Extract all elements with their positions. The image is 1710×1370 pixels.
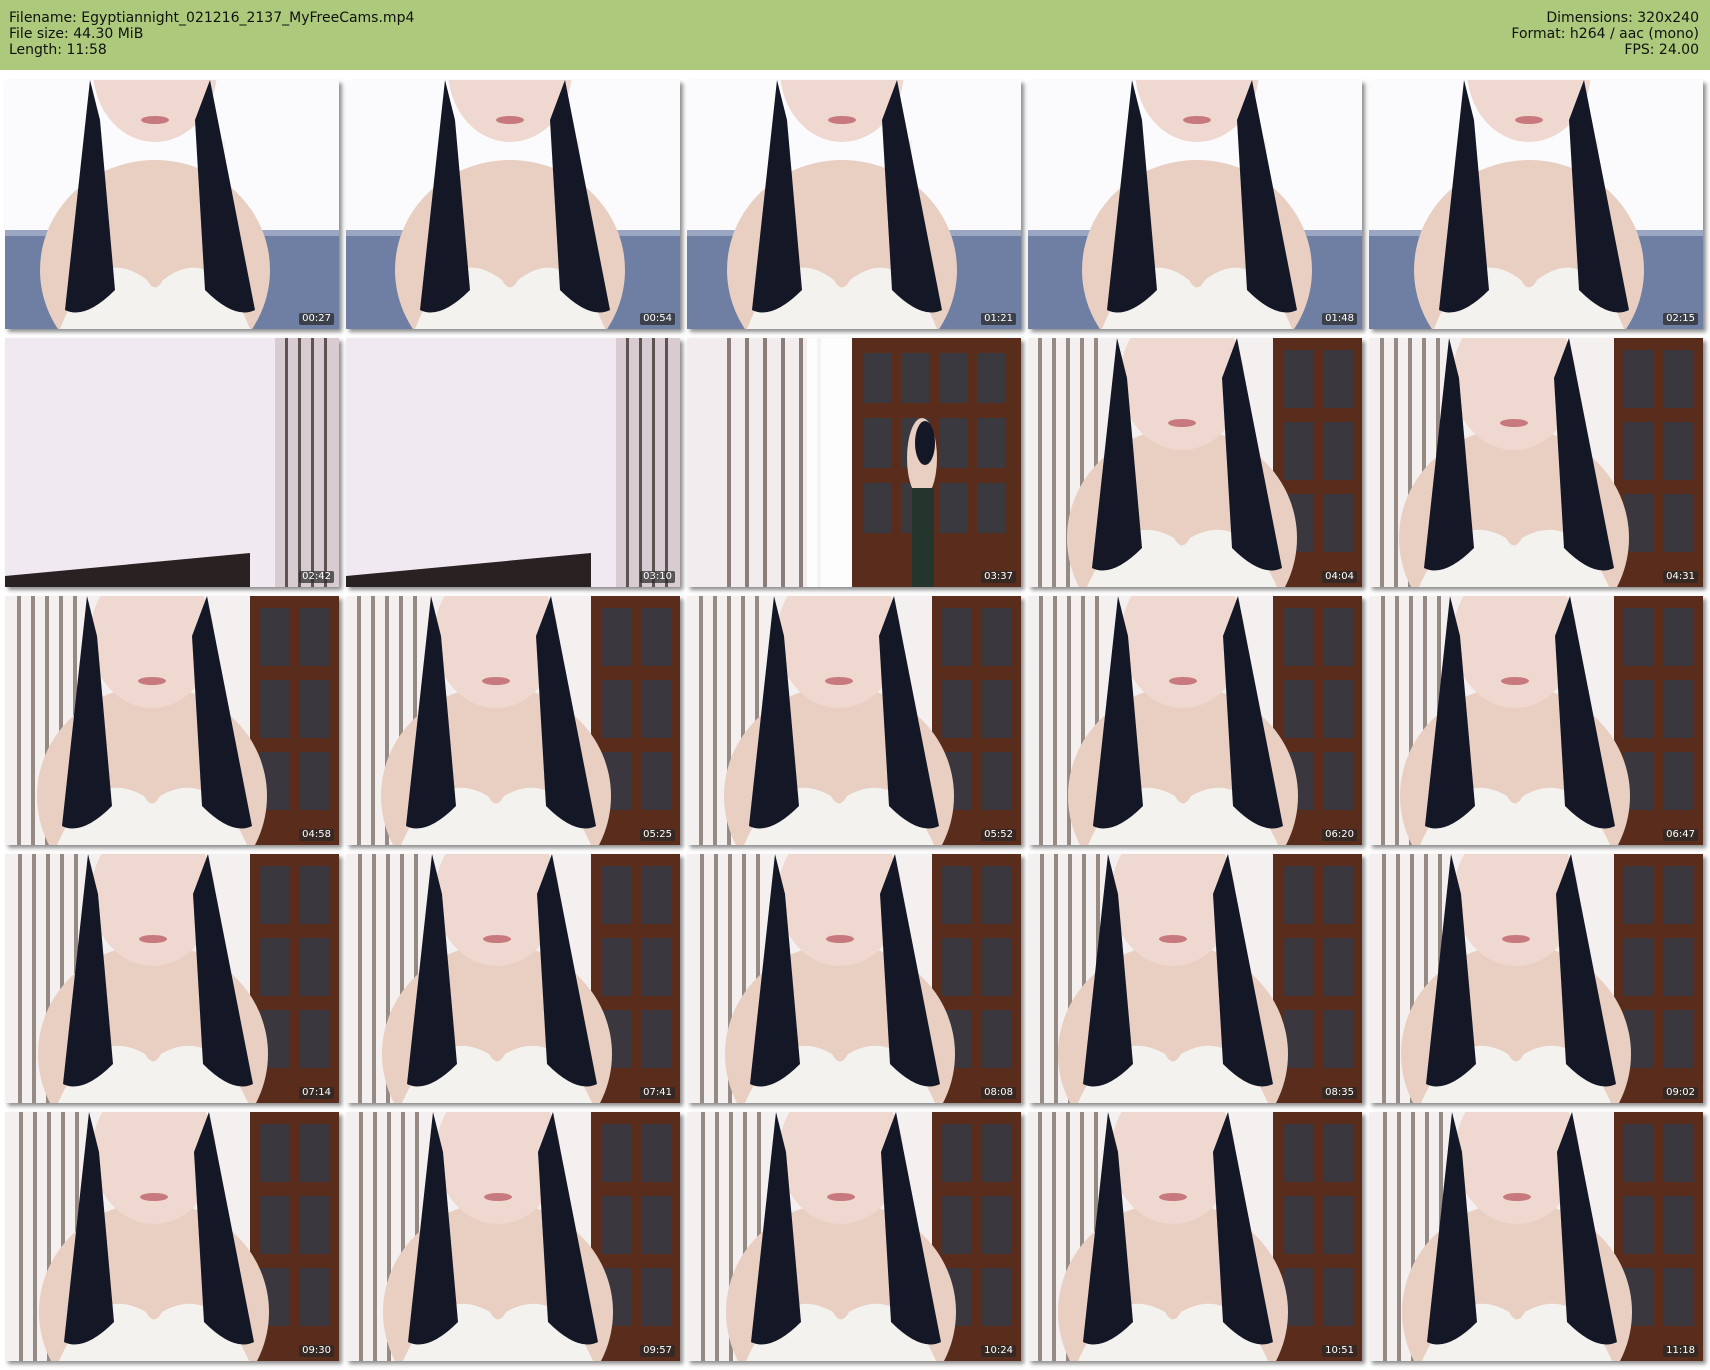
thumbnail: 10:51 bbox=[1028, 1112, 1362, 1361]
timestamp-label: 01:21 bbox=[981, 313, 1016, 325]
thumbnail: 04:04 bbox=[1028, 338, 1362, 587]
thumbnail: 05:52 bbox=[687, 596, 1021, 845]
timestamp-label: 04:31 bbox=[1663, 571, 1698, 583]
video-frame-image bbox=[346, 1112, 680, 1361]
thumbnail: 04:31 bbox=[1369, 338, 1703, 587]
video-frame-image bbox=[1028, 338, 1362, 587]
video-frame-image bbox=[1028, 854, 1362, 1103]
timestamp-label: 07:14 bbox=[299, 1087, 334, 1099]
timestamp-label: 04:58 bbox=[299, 829, 334, 841]
timestamp-label: 09:30 bbox=[299, 1345, 334, 1357]
timestamp-label: 01:48 bbox=[1322, 313, 1357, 325]
timestamp-label: 10:51 bbox=[1322, 1345, 1357, 1357]
thumbnail: 00:54 bbox=[346, 80, 680, 329]
timestamp-label: 05:25 bbox=[640, 829, 675, 841]
thumbnail: 00:27 bbox=[5, 80, 339, 329]
video-frame-image bbox=[5, 854, 339, 1103]
timestamp-label: 10:24 bbox=[981, 1345, 1016, 1357]
timestamp-label: 05:52 bbox=[981, 829, 1016, 841]
timestamp-label: 03:10 bbox=[640, 571, 675, 583]
thumbnail: 06:47 bbox=[1369, 596, 1703, 845]
thumbnail: 09:30 bbox=[5, 1112, 339, 1361]
video-frame-image bbox=[1369, 596, 1703, 845]
timestamp-label: 09:02 bbox=[1663, 1087, 1698, 1099]
video-frame-image bbox=[1369, 338, 1703, 587]
timestamp-label: 09:57 bbox=[640, 1345, 675, 1357]
file-info-left: Filename: Egyptiannight_021216_2137_MyFr… bbox=[9, 10, 414, 58]
video-frame-image bbox=[687, 338, 1021, 587]
thumbnail: 02:15 bbox=[1369, 80, 1703, 329]
thumbnail: 03:10 bbox=[346, 338, 680, 587]
video-frame-image bbox=[5, 1112, 339, 1361]
info-header: Filename: Egyptiannight_021216_2137_MyFr… bbox=[0, 0, 1710, 70]
timestamp-label: 11:18 bbox=[1663, 1345, 1698, 1357]
timestamp-label: 07:41 bbox=[640, 1087, 675, 1099]
timestamp-label: 02:15 bbox=[1663, 313, 1698, 325]
video-frame-image bbox=[687, 1112, 1021, 1361]
video-frame-image bbox=[346, 80, 680, 329]
thumbnail: 03:37 bbox=[687, 338, 1021, 587]
thumbnail: 06:20 bbox=[1028, 596, 1362, 845]
video-frame-image bbox=[687, 596, 1021, 845]
timestamp-label: 02:42 bbox=[299, 571, 334, 583]
file-info-right: Dimensions: 320x240 Format: h264 / aac (… bbox=[1511, 10, 1699, 58]
thumbnail: 09:57 bbox=[346, 1112, 680, 1361]
video-frame-image bbox=[1369, 1112, 1703, 1361]
video-frame-image bbox=[687, 80, 1021, 329]
video-frame-image bbox=[1028, 80, 1362, 329]
timestamp-label: 00:27 bbox=[299, 313, 334, 325]
video-frame-image bbox=[1369, 80, 1703, 329]
thumbnail: 05:25 bbox=[346, 596, 680, 845]
timestamp-label: 06:47 bbox=[1663, 829, 1698, 841]
video-frame-image bbox=[1028, 596, 1362, 845]
timestamp-label: 08:35 bbox=[1322, 1087, 1357, 1099]
video-frame-image bbox=[687, 854, 1021, 1103]
thumbnail: 07:14 bbox=[5, 854, 339, 1103]
thumbnail: 02:42 bbox=[5, 338, 339, 587]
video-frame-image bbox=[5, 338, 339, 587]
timestamp-label: 08:08 bbox=[981, 1087, 1016, 1099]
thumbnail: 08:08 bbox=[687, 854, 1021, 1103]
length-text: Length: 11:58 bbox=[9, 42, 107, 58]
thumbnail: 01:21 bbox=[687, 80, 1021, 329]
thumbnail: 01:48 bbox=[1028, 80, 1362, 329]
video-frame-image bbox=[346, 596, 680, 845]
fps-text: FPS: 24.00 bbox=[1624, 42, 1699, 58]
video-frame-image bbox=[5, 596, 339, 845]
format-text: Format: h264 / aac (mono) bbox=[1511, 26, 1699, 42]
filesize-text: File size: 44.30 MiB bbox=[9, 26, 144, 42]
video-frame-image bbox=[1028, 1112, 1362, 1361]
thumbnail: 04:58 bbox=[5, 596, 339, 845]
thumbnail: 08:35 bbox=[1028, 854, 1362, 1103]
thumbnail: 10:24 bbox=[687, 1112, 1021, 1361]
video-frame-image bbox=[5, 80, 339, 329]
timestamp-label: 04:04 bbox=[1322, 571, 1357, 583]
thumbnail-grid: 00:27 00:54 01:21 01:48 02:15 02:42 03:10 03:37… bbox=[5, 80, 1705, 1365]
dimensions-text: Dimensions: 320x240 bbox=[1546, 10, 1699, 26]
filename-text: Filename: Egyptiannight_021216_2137_MyFr… bbox=[9, 10, 415, 26]
thumbnail: 11:18 bbox=[1369, 1112, 1703, 1361]
timestamp-label: 06:20 bbox=[1322, 829, 1357, 841]
thumbnail: 09:02 bbox=[1369, 854, 1703, 1103]
video-frame-image bbox=[346, 338, 680, 587]
thumbnail: 07:41 bbox=[346, 854, 680, 1103]
video-frame-image bbox=[346, 854, 680, 1103]
video-frame-image bbox=[1369, 854, 1703, 1103]
timestamp-label: 00:54 bbox=[640, 313, 675, 325]
timestamp-label: 03:37 bbox=[981, 571, 1016, 583]
